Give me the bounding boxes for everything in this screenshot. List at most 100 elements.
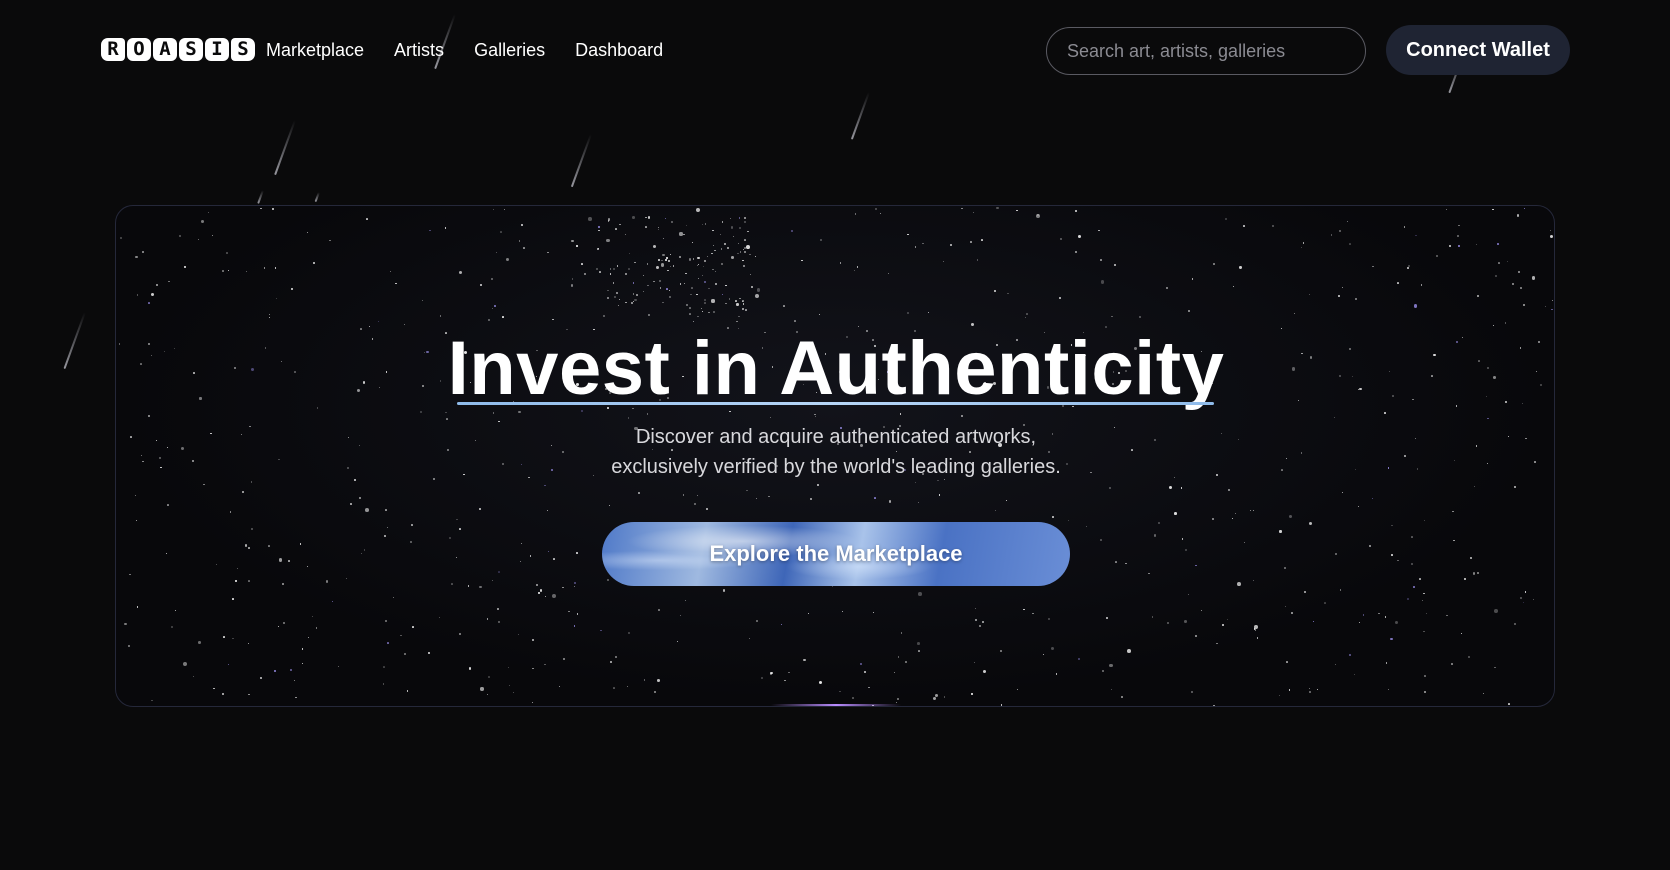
star (807, 612, 809, 615)
star (632, 216, 635, 219)
star (576, 245, 578, 247)
star (1420, 284, 1422, 286)
star (274, 267, 277, 269)
star (179, 235, 182, 238)
star (607, 579, 609, 581)
star (770, 671, 773, 674)
star (1385, 662, 1388, 664)
star (917, 641, 921, 645)
star (712, 268, 715, 271)
star (745, 308, 747, 311)
star (135, 255, 138, 258)
star (1338, 295, 1340, 298)
star (1346, 220, 1349, 222)
star (606, 297, 610, 300)
star (479, 508, 481, 510)
nav-item-dashboard[interactable]: Dashboard (575, 38, 663, 62)
star (751, 286, 754, 289)
star (552, 593, 557, 598)
star (458, 270, 463, 275)
star (1302, 241, 1305, 244)
star (669, 253, 672, 256)
star (1330, 234, 1332, 236)
star (610, 661, 612, 664)
star (486, 694, 488, 696)
star (1213, 705, 1216, 706)
nav-item-galleries[interactable]: Galleries (474, 38, 545, 62)
star (1055, 673, 1058, 675)
star (703, 302, 706, 305)
star (645, 216, 647, 219)
star (386, 526, 389, 529)
star (840, 262, 842, 264)
star (363, 549, 366, 551)
nav-item-marketplace[interactable]: Marketplace (266, 38, 364, 62)
star (501, 316, 504, 319)
star (1517, 270, 1520, 273)
star (754, 256, 756, 258)
star (598, 229, 600, 232)
star (377, 320, 379, 323)
star (1232, 285, 1234, 287)
star (307, 637, 309, 639)
star (552, 318, 554, 321)
star (599, 271, 601, 274)
star (684, 272, 687, 275)
star (523, 247, 525, 250)
star (1224, 218, 1227, 221)
star (1000, 649, 1002, 652)
star (701, 223, 703, 226)
star (312, 261, 315, 264)
star (666, 257, 668, 259)
star (562, 586, 564, 588)
explore-marketplace-button[interactable]: Explore the Marketplace (602, 522, 1070, 586)
star (1410, 562, 1413, 565)
star (1191, 277, 1194, 280)
star (295, 697, 297, 699)
star (612, 268, 615, 271)
star (1452, 510, 1454, 513)
star (505, 257, 509, 262)
star (248, 546, 250, 549)
star (1477, 295, 1480, 298)
star (1511, 282, 1515, 286)
star (656, 266, 660, 270)
roasis-logo[interactable]: R O A S I S (101, 38, 255, 61)
star (1048, 617, 1051, 620)
star (644, 679, 646, 681)
star (1165, 287, 1168, 290)
star (1525, 591, 1527, 593)
star (615, 291, 618, 294)
star (1514, 486, 1517, 489)
star (260, 207, 262, 209)
star (712, 311, 715, 314)
star (708, 311, 710, 313)
star (1060, 238, 1063, 241)
star (701, 310, 704, 313)
hero-bottom-glow (771, 704, 901, 706)
star (222, 693, 225, 696)
star (248, 580, 251, 583)
hero-subtitle-line: exclusively verified by the world's lead… (611, 456, 1061, 478)
star (768, 496, 770, 498)
nav-item-artists[interactable]: Artists (394, 38, 444, 62)
star (607, 218, 610, 221)
star (1085, 525, 1088, 528)
star (1075, 251, 1078, 254)
connect-wallet-button[interactable]: Connect Wallet (1386, 25, 1570, 75)
star (248, 693, 250, 696)
star (715, 270, 717, 272)
star (1289, 515, 1293, 519)
star (618, 298, 620, 300)
star (738, 217, 741, 219)
star (1312, 620, 1315, 623)
star (971, 693, 973, 695)
star (694, 502, 696, 505)
search-input[interactable] (1046, 27, 1366, 75)
star (193, 675, 195, 677)
star (568, 610, 571, 613)
star (852, 697, 855, 699)
star (147, 301, 150, 304)
star (563, 657, 566, 661)
star (1483, 692, 1485, 694)
